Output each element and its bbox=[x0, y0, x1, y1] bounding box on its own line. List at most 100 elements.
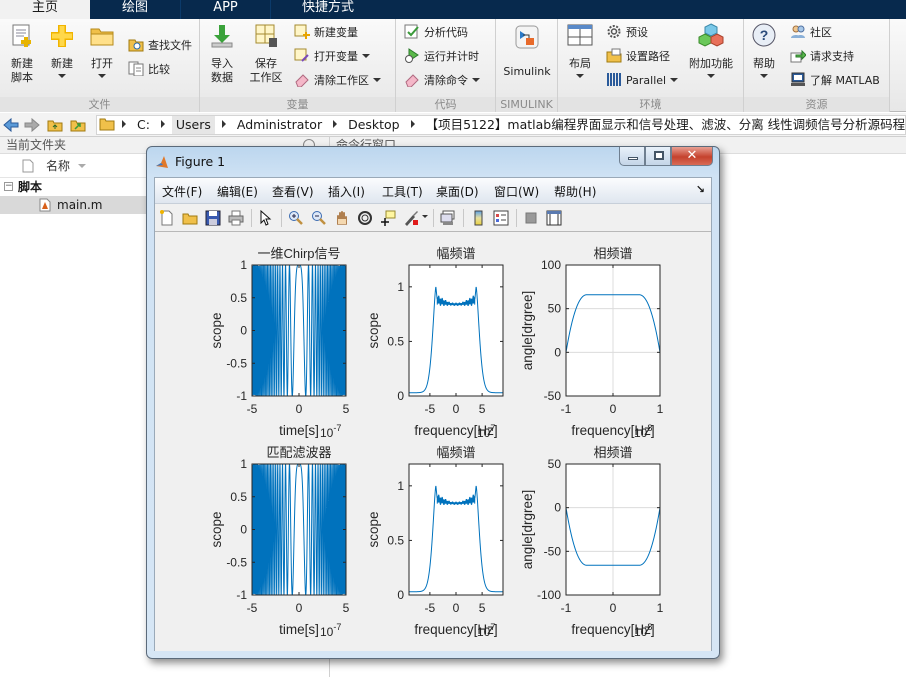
breadcrumb-item[interactable]: 【项目5122】matlab编程界面显示和信号处理、滤波、分离 线性调频信号分析… bbox=[422, 116, 905, 134]
open-button[interactable]: 打开 bbox=[86, 23, 118, 78]
rotate-3d-icon[interactable] bbox=[357, 210, 373, 226]
learn-matlab-button[interactable]: 了解 MATLAB bbox=[790, 71, 880, 91]
open-variable-button[interactable]: 打开变量 bbox=[294, 47, 370, 67]
menu-edit[interactable]: 编辑(E) bbox=[217, 183, 258, 200]
select-arrow-icon[interactable] bbox=[258, 210, 274, 226]
forward-arrow-icon[interactable] bbox=[24, 117, 40, 133]
back-arrow-icon[interactable] bbox=[3, 117, 19, 133]
x-tick-label: -5 bbox=[247, 402, 258, 416]
x-tick-label: 0 bbox=[453, 402, 460, 416]
show-plot-tools-icon[interactable] bbox=[546, 210, 562, 226]
chevron-down-icon bbox=[760, 74, 768, 78]
add-ons-button[interactable]: 附加功能 bbox=[686, 23, 736, 78]
save-icon[interactable] bbox=[205, 210, 221, 226]
menu-file[interactable]: 文件(F) bbox=[162, 183, 202, 200]
simulink-button[interactable]: Simulink bbox=[502, 25, 552, 79]
breadcrumb-item[interactable]: Desktop bbox=[344, 116, 404, 134]
axes-title: 相频谱 bbox=[593, 246, 632, 261]
clear-commands-button[interactable]: 清除命令 bbox=[404, 71, 480, 91]
chevron-down-icon bbox=[670, 78, 679, 82]
preferences-button[interactable]: 预设 bbox=[606, 23, 648, 43]
x-tick-label: -5 bbox=[247, 601, 258, 615]
group-label-code: 代码 bbox=[396, 97, 495, 112]
new-variable-button[interactable]: 新建变量 bbox=[294, 23, 358, 43]
x-tick-label: 1 bbox=[657, 601, 664, 615]
m-file-icon bbox=[39, 198, 51, 212]
breadcrumb-item[interactable]: Administrator bbox=[233, 116, 326, 134]
menu-window[interactable]: 窗口(W) bbox=[494, 183, 539, 200]
y-tick-label: 0 bbox=[397, 588, 404, 602]
x-tick-label: 0 bbox=[453, 601, 460, 615]
zoom-in-icon[interactable] bbox=[288, 210, 304, 226]
tab-apps[interactable]: APP bbox=[180, 0, 270, 19]
link-plot-icon[interactable] bbox=[440, 210, 456, 226]
subplot-3: -1 0 1-50050100相频谱frequency[Hz]108angle[dr… bbox=[520, 246, 664, 440]
data-cursor-icon[interactable] bbox=[380, 210, 396, 226]
ribbon-group-file: 新建 脚本 新建 打开 查找文件 比较 文件 bbox=[0, 19, 200, 112]
figure-plot-area: -5 0 5 -1 -0.5 0 0.5 1 一维Chirp信号 time[s] 10-7 scope… bbox=[155, 233, 711, 651]
menu-view[interactable]: 查看(V) bbox=[272, 183, 314, 200]
tab-plots[interactable]: 绘图 bbox=[90, 0, 180, 19]
path-breadcrumb[interactable]: C: Users Administrator Desktop 【项目5122】m… bbox=[96, 115, 906, 135]
layout-icon bbox=[567, 24, 593, 46]
menu-help[interactable]: 帮助(H) bbox=[554, 183, 596, 200]
toolbar-separator bbox=[433, 209, 434, 227]
add-ons-icon bbox=[698, 23, 724, 47]
y-tick-label: 0 bbox=[397, 389, 404, 403]
close-button[interactable]: ✕ bbox=[671, 147, 713, 166]
import-data-button[interactable]: 导入 数据 bbox=[206, 23, 238, 85]
y-tick-label: -50 bbox=[544, 544, 562, 558]
up-folder-icon[interactable] bbox=[47, 117, 63, 133]
help-button[interactable]: ? 帮助 bbox=[750, 23, 778, 78]
breadcrumb-item[interactable]: C: bbox=[133, 116, 154, 134]
y-axis-label: scope bbox=[366, 511, 381, 547]
x-tick-label: 1 bbox=[657, 402, 664, 416]
group-label-variable: 变量 bbox=[200, 97, 395, 112]
dock-arrow-icon[interactable]: ↘ bbox=[696, 183, 705, 196]
new-script-button[interactable]: 新建 脚本 bbox=[6, 23, 38, 85]
subplot-2: -5 0 500.51幅频谱frequency[Hz]107scope bbox=[366, 246, 504, 440]
subplot-5: -5 0 500.51幅频谱frequency[Hz]107scope bbox=[366, 445, 504, 639]
open-file-icon[interactable] bbox=[182, 210, 198, 226]
maximize-icon bbox=[654, 151, 664, 160]
subplot-4: -5 0 5 -1 -0.5 0 0.5 1 匹配滤波器 time[s] 10-7 scope bbox=[209, 445, 350, 639]
run-and-time-button[interactable]: 运行并计时 bbox=[404, 47, 479, 67]
request-support-button[interactable]: 请求支持 bbox=[790, 47, 854, 67]
print-icon[interactable] bbox=[228, 210, 244, 226]
import-icon bbox=[211, 25, 233, 48]
minimize-button[interactable] bbox=[619, 147, 645, 166]
tab-home[interactable]: 主页 bbox=[0, 0, 90, 19]
menu-tools[interactable]: 工具(T) bbox=[382, 183, 423, 200]
hide-plot-tools-icon[interactable] bbox=[523, 210, 539, 226]
brush-dropdown-icon[interactable] bbox=[422, 215, 428, 218]
new-button[interactable]: 新建 bbox=[46, 23, 78, 78]
axes-title: 幅频谱 bbox=[436, 246, 475, 261]
analyze-code-button[interactable]: 分析代码 bbox=[404, 23, 468, 43]
community-button[interactable]: 社区 bbox=[790, 23, 832, 43]
breadcrumb-item[interactable]: Users bbox=[171, 116, 215, 134]
x-tick-label: -1 bbox=[561, 601, 572, 615]
browse-folder-icon[interactable] bbox=[70, 117, 86, 133]
y-tick-label: 0.5 bbox=[387, 533, 404, 547]
set-path-button[interactable]: 设置路径 bbox=[606, 47, 670, 67]
layout-button[interactable]: 布局 bbox=[564, 23, 596, 78]
y-tick-label: 0.5 bbox=[230, 490, 247, 504]
collapse-icon[interactable]: − bbox=[4, 182, 13, 191]
maximize-button[interactable] bbox=[645, 147, 671, 166]
find-files-button[interactable]: 查找文件 bbox=[128, 36, 192, 56]
save-workspace-button[interactable]: 保存 工作区 bbox=[246, 23, 286, 85]
x-tick-label: 0 bbox=[296, 402, 303, 416]
clear-workspace-button[interactable]: 清除工作区 bbox=[294, 71, 381, 91]
colorbar-icon[interactable] bbox=[470, 210, 486, 226]
parallel-button[interactable]: Parallel bbox=[606, 71, 679, 91]
compare-button[interactable]: 比较 bbox=[128, 60, 170, 80]
zoom-out-icon[interactable] bbox=[311, 210, 327, 226]
brush-icon[interactable] bbox=[403, 210, 419, 226]
new-figure-icon[interactable] bbox=[159, 210, 175, 226]
tab-shortcuts[interactable]: 快捷方式 bbox=[270, 0, 385, 19]
menu-desktop[interactable]: 桌面(D) bbox=[436, 183, 479, 200]
menu-insert[interactable]: 插入(I) bbox=[328, 183, 365, 200]
legend-icon[interactable] bbox=[493, 210, 509, 226]
pan-icon[interactable] bbox=[334, 210, 350, 226]
address-bar: C: Users Administrator Desktop 【项目5122】m… bbox=[0, 113, 906, 137]
